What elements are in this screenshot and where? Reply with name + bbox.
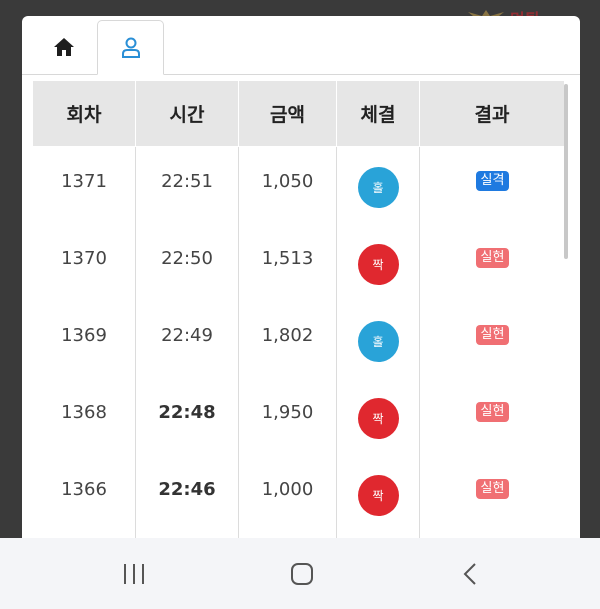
header-time: 시간	[136, 81, 239, 146]
result-cell: 실격	[420, 147, 565, 224]
recent-apps-icon	[124, 564, 144, 584]
pick-badge: 짝	[357, 244, 399, 285]
round-cell: 1371	[33, 147, 136, 224]
amount-cell: 1,000	[239, 455, 337, 532]
result-cell: 실현	[420, 378, 565, 455]
time-cell: 22:46	[136, 455, 239, 532]
amount-cell: 1,802	[239, 301, 337, 378]
result-badge: 실격	[475, 171, 510, 191]
table-row: 1370 22:50 1,513 짝 실현	[33, 224, 565, 302]
pick-cell: 짝	[337, 378, 420, 455]
betting-panel: 회차 시간 금액 체결 결과 1371 22:51 1,050 홀 실격 137…	[22, 16, 580, 556]
table-header: 회차 시간 금액 체결 결과	[33, 81, 565, 146]
table-row: 1371 22:51 1,050 홀 실격	[33, 147, 565, 225]
pick-badge: 홀	[357, 321, 399, 362]
tab-bar	[22, 16, 580, 75]
header-amount: 금액	[239, 81, 337, 146]
tab-user[interactable]	[97, 20, 164, 75]
table-row: 1366 22:46 1,000 짝 실현	[33, 455, 565, 533]
pick-badge: 짝	[357, 398, 399, 439]
result-cell: 실현	[420, 455, 565, 532]
user-icon	[121, 37, 140, 58]
home-button[interactable]	[282, 556, 322, 592]
time-cell: 22:48	[136, 378, 239, 455]
result-cell: 실현	[420, 224, 565, 301]
time-cell: 22:50	[136, 224, 239, 301]
pick-cell: 짝	[337, 455, 420, 532]
round-cell: 1366	[33, 455, 136, 532]
pick-cell: 짝	[337, 224, 420, 301]
result-badge: 실현	[475, 479, 510, 499]
history-table: 회차 시간 금액 체결 결과 1371 22:51 1,050 홀 실격 137…	[33, 81, 565, 551]
header-pick: 체결	[337, 81, 420, 146]
table-row: 1369 22:49 1,802 홀 실현	[33, 301, 565, 379]
round-cell: 1368	[33, 378, 136, 455]
result-cell: 실현	[420, 301, 565, 378]
round-cell: 1369	[33, 301, 136, 378]
recent-apps-button[interactable]	[114, 556, 154, 592]
scrollbar-thumb[interactable]	[564, 84, 568, 259]
table-row: 1368 22:48 1,950 짝 실현	[33, 378, 565, 456]
pick-badge: 홀	[357, 167, 399, 208]
pick-cell: 홀	[337, 301, 420, 378]
round-cell: 1370	[33, 224, 136, 301]
pick-cell: 홀	[337, 147, 420, 224]
result-badge: 실현	[475, 402, 510, 422]
time-cell: 22:51	[136, 147, 239, 224]
pick-badge: 짝	[357, 475, 399, 516]
amount-cell: 1,513	[239, 224, 337, 301]
result-badge: 실현	[475, 248, 510, 268]
amount-cell: 1,950	[239, 378, 337, 455]
header-round: 회차	[33, 81, 136, 146]
home-icon	[54, 38, 74, 56]
header-result: 결과	[420, 81, 565, 146]
time-cell: 22:49	[136, 301, 239, 378]
result-badge: 실현	[475, 325, 510, 345]
back-icon	[463, 563, 476, 585]
android-nav-bar	[0, 538, 600, 609]
tab-home[interactable]	[28, 20, 100, 74]
back-button[interactable]	[450, 556, 490, 592]
amount-cell: 1,050	[239, 147, 337, 224]
home-button-icon	[291, 563, 313, 585]
